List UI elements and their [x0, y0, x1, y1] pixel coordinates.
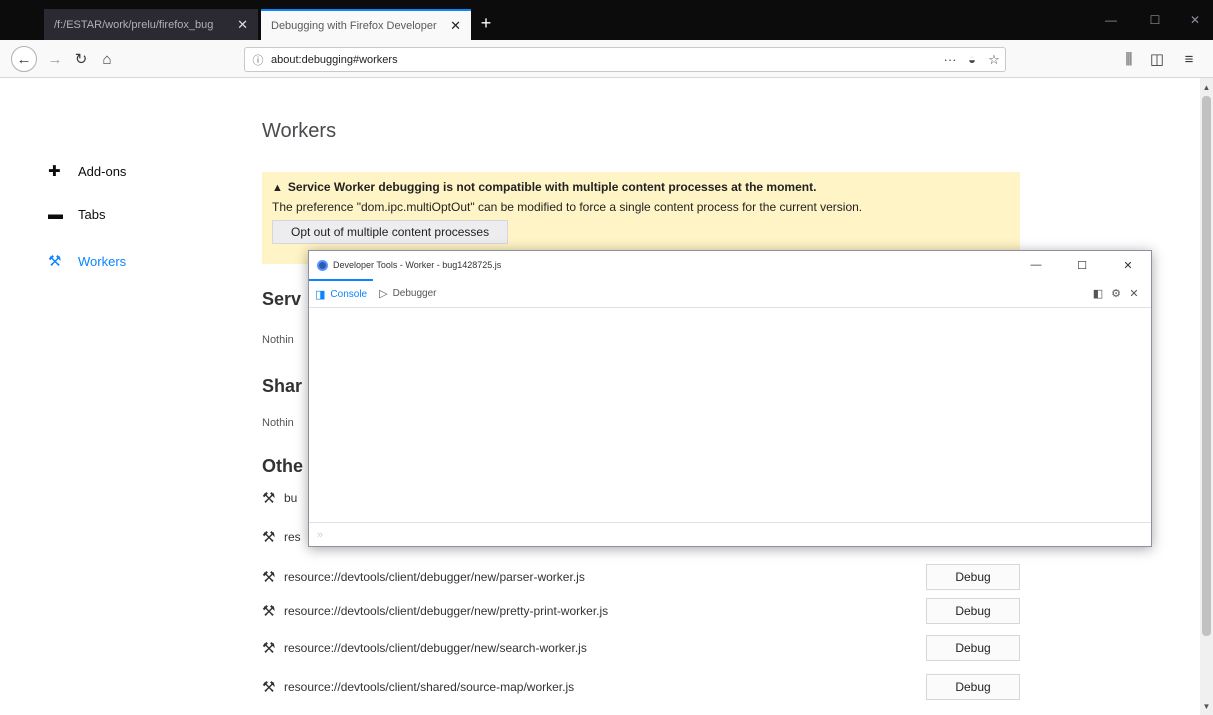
debug-button[interactable]: Debug — [926, 674, 1020, 700]
info-icon[interactable]: ⓘ — [245, 52, 271, 68]
warning-title-text: Service Worker debugging is not compatib… — [287, 180, 817, 194]
nav-bar: ← → ↻ ⌂ ⓘ about:debugging#workers ··· ◒ … — [0, 40, 1213, 78]
worker-icon: ⚒ — [262, 569, 276, 586]
tabs-icon: ▬ — [48, 206, 63, 223]
close-toolbox-icon[interactable]: ✕ — [1125, 287, 1143, 300]
menu-icon[interactable]: ≡ — [1178, 48, 1200, 70]
sidebar-toggle-icon[interactable]: ◫ — [1146, 48, 1168, 70]
library-icon[interactable]: ⫼ — [1118, 48, 1140, 70]
debug-button[interactable]: Debug — [926, 598, 1020, 624]
workers-icon: ⚒ — [48, 253, 62, 270]
more-actions-icon[interactable]: ··· — [939, 52, 961, 67]
url-text[interactable]: about:debugging#workers — [271, 54, 939, 66]
tab-console[interactable]: ◨ Console — [309, 279, 374, 307]
devtools-minimize-icon[interactable]: — — [1013, 259, 1059, 271]
worker-icon: ⚒ — [262, 640, 276, 657]
firefox-logo-icon — [317, 259, 328, 271]
sidebar-item-label: Workers — [78, 253, 127, 269]
tab-file-listing[interactable]: /f:/ESTAR/work/prelu/firefox_bug ✕ — [44, 9, 258, 40]
tab-label: /f:/ESTAR/work/prelu/firefox_bug — [54, 18, 214, 31]
worker-row: ⚒ resource://devtools/client/debugger/ne… — [262, 598, 1020, 624]
devtools-window: Developer Tools - Worker - bug1428725.js… — [308, 250, 1152, 547]
minimize-icon[interactable]: — — [1096, 10, 1126, 30]
tab-strip: /f:/ESTAR/work/prelu/firefox_bug ✕ Debug… — [0, 0, 1213, 40]
tab-debugging[interactable]: Debugging with Firefox Developer ✕ — [261, 9, 471, 40]
tab-label: Debugging with Firefox Developer — [271, 19, 437, 32]
tab-close-icon[interactable]: ✕ — [237, 17, 248, 33]
worker-icon: ⚒ — [262, 529, 276, 546]
scroll-up-icon[interactable]: ▲ — [1200, 80, 1213, 94]
worker-url: resource://devtools/client/shared/source… — [284, 680, 575, 694]
debugger-icon: ▷ — [379, 287, 388, 300]
back-icon[interactable]: ← — [11, 46, 37, 72]
sidebar-item-workers[interactable]: ⚒ Workers — [48, 252, 126, 270]
sidebar-item-tabs[interactable]: ▬ Tabs — [48, 206, 105, 223]
warning-icon: ▲ — [272, 182, 283, 194]
scroll-down-icon[interactable]: ▼ — [1200, 699, 1213, 713]
worker-icon: ⚒ — [262, 603, 276, 620]
prompt-icon: » — [317, 528, 324, 541]
worker-url: resource://devtools/client/debugger/new/… — [284, 604, 609, 618]
home-icon[interactable]: ⌂ — [96, 48, 118, 70]
pocket-icon[interactable]: ◒ — [961, 52, 983, 67]
worker-row: ⚒ resource://devtools/client/shared/sour… — [262, 674, 1020, 700]
shared-workers-title: Shar — [262, 376, 303, 396]
other-workers-title: Othe — [262, 456, 304, 476]
reload-icon[interactable]: ↻ — [70, 48, 92, 70]
worker-url: resource://devtools/client/debugger/new/… — [284, 641, 587, 655]
devtools-close-icon[interactable]: ✕ — [1105, 259, 1151, 272]
worker-url: resource://devtools/client/debugger/new/… — [284, 570, 585, 584]
sidebar-item-label: Add-ons — [78, 163, 127, 179]
tab-debugger[interactable]: ▷ Debugger — [373, 279, 442, 307]
settings-gear-icon[interactable]: ⚙ — [1107, 287, 1125, 300]
bookmark-star-icon[interactable]: ☆ — [983, 52, 1005, 68]
sidebar-item-label: Tabs — [78, 207, 106, 222]
warning-body: The preference "dom.ipc.multiOptOut" can… — [272, 200, 863, 214]
sidebar-item-addons[interactable]: ✚ Add-ons — [48, 162, 126, 180]
worker-row: ⚒ resource://devtools/client/debugger/ne… — [262, 635, 1020, 661]
service-workers-empty: Nothin — [262, 334, 294, 346]
warning-title: ▲ Service Worker debugging is not compati… — [272, 180, 1010, 194]
puzzle-icon: ✚ — [48, 163, 61, 180]
console-icon: ◨ — [315, 288, 326, 301]
devtools-titlebar: Developer Tools - Worker - bug1428725.js… — [309, 251, 1151, 279]
page-scrollbar[interactable]: ▲ ▼ — [1200, 78, 1213, 715]
forward-icon[interactable]: → — [44, 48, 66, 70]
opt-out-button[interactable]: Opt out of multiple content processes — [272, 220, 509, 244]
service-workers-title: Serv — [262, 289, 302, 309]
tab-close-icon[interactable]: ✕ — [450, 18, 461, 34]
debug-button[interactable]: Debug — [926, 564, 1020, 590]
new-tab-icon[interactable]: + — [475, 12, 497, 34]
scroll-thumb[interactable] — [1202, 96, 1211, 636]
tab-label: Debugger — [392, 287, 437, 299]
dock-icon[interactable]: ◧ — [1089, 287, 1107, 300]
devtools-title: Developer Tools - Worker - bug1428725.js — [333, 260, 502, 270]
url-bar[interactable]: ⓘ about:debugging#workers ··· ◒ ☆ — [244, 47, 1006, 72]
worker-row: ⚒ resource://devtools/client/debugger/ne… — [262, 564, 1020, 590]
maximize-icon[interactable]: ☐ — [1140, 10, 1170, 30]
worker-icon: ⚒ — [262, 490, 276, 507]
close-window-icon[interactable]: ✕ — [1180, 10, 1210, 30]
tab-label: Console — [330, 288, 368, 300]
devtools-maximize-icon[interactable]: ☐ — [1059, 259, 1105, 272]
devtools-tools: ◧ ⚙ ✕ — [1089, 279, 1151, 307]
console-input[interactable]: » — [309, 522, 1151, 546]
worker-icon: ⚒ — [262, 679, 276, 696]
page-title: Workers — [262, 120, 337, 142]
devtools-toolbar: ◨ Console ▷ Debugger ◧ ⚙ ✕ — [309, 279, 1151, 308]
debug-button[interactable]: Debug — [926, 635, 1020, 661]
shared-workers-empty: Nothin — [262, 417, 294, 429]
